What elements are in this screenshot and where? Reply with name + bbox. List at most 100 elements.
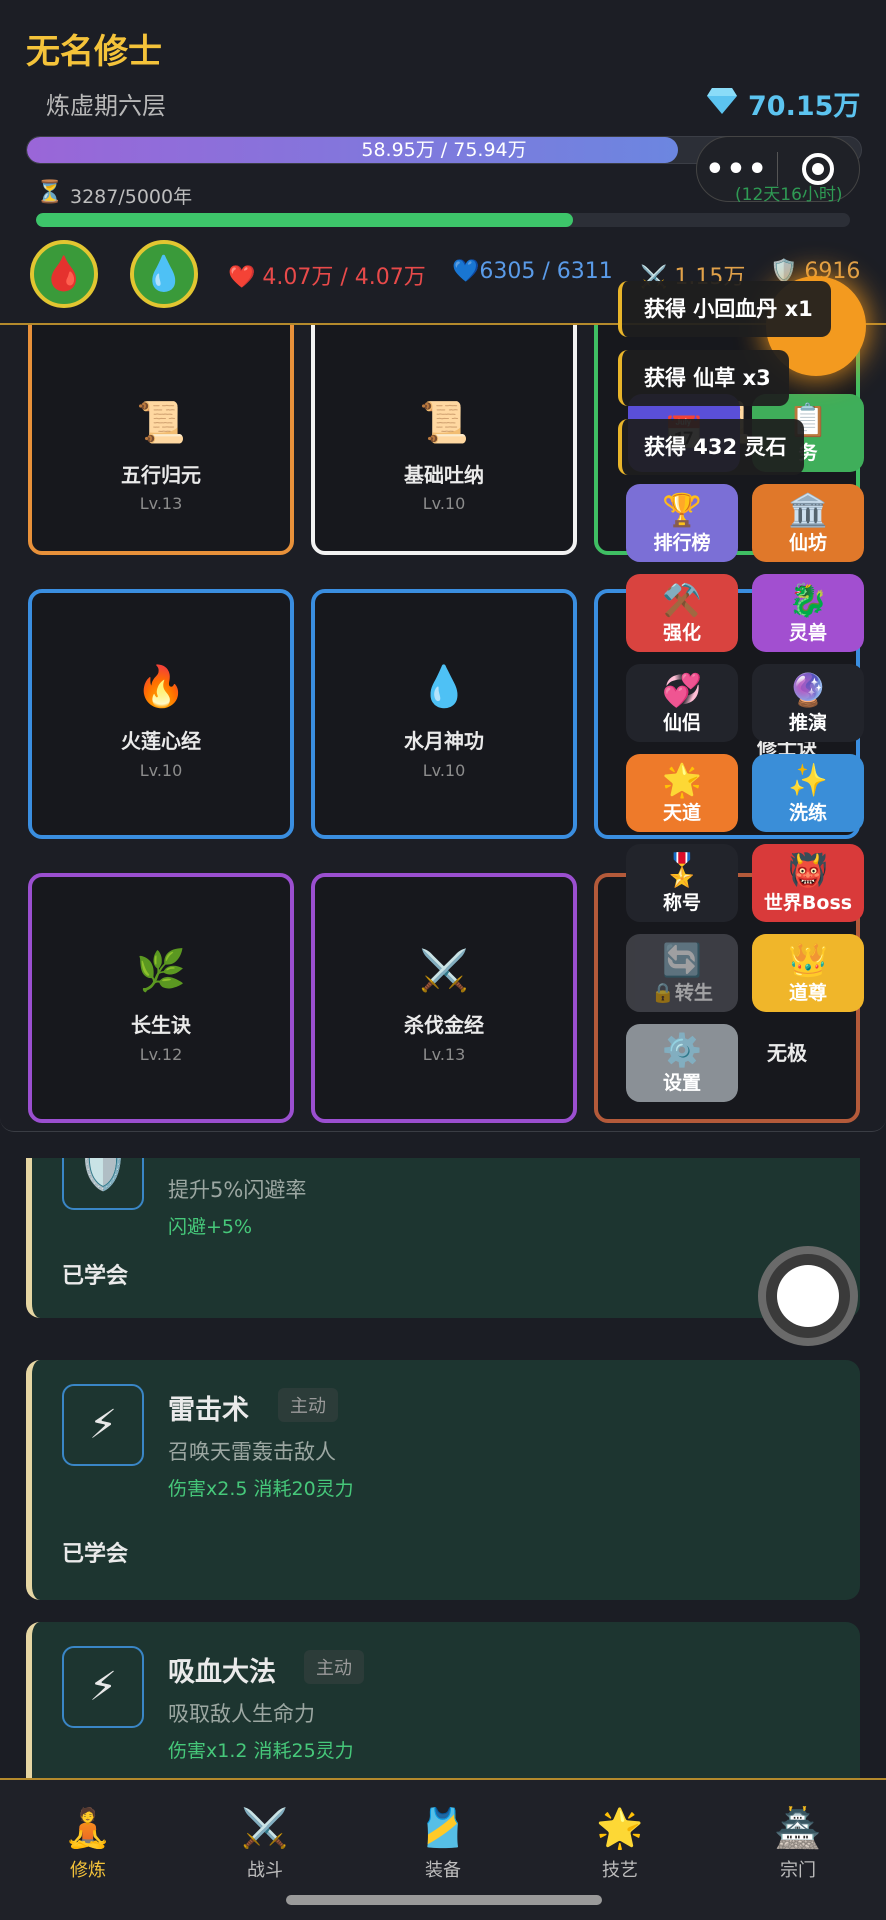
herb-icon: 🌿: [136, 948, 186, 994]
blood-drop-icon: 🩸: [42, 254, 86, 294]
crown-icon: 👑: [788, 940, 828, 979]
skill-name: 雷击术: [168, 1395, 249, 1426]
crossed-swords-icon: ⚔️: [241, 1806, 289, 1850]
tab-cultivate[interactable]: 🧘 修炼: [28, 1806, 148, 1882]
rebirth-button[interactable]: 🔄 🔒转生: [626, 934, 738, 1012]
tab-equipment[interactable]: 🎽 装备: [383, 1806, 503, 1882]
technique-level: Lv.13: [422, 1045, 466, 1064]
tab-label: 战斗: [247, 1860, 283, 1881]
tab-battle[interactable]: ⚔️ 战斗: [205, 1806, 325, 1882]
hammer-pick-icon: ⚒️: [662, 580, 702, 619]
skill-status: 已学会: [62, 1264, 129, 1289]
crossed-swords-icon: ⚔️: [419, 948, 469, 994]
dao-lord-button[interactable]: 👑 道尊: [752, 934, 864, 1012]
cycle-icon: 🔄: [662, 940, 702, 979]
tab-label: 修炼: [70, 1860, 106, 1881]
lock-icon: 🔒: [651, 981, 675, 1004]
temple-icon: 🏛️: [788, 490, 828, 529]
tab-label: 宗门: [780, 1860, 816, 1881]
hp-stat: ❤️ 4.07万 / 4.07万: [228, 259, 426, 291]
technique-level: Lv.10: [139, 761, 183, 780]
skill-type-tag: 主动: [304, 1650, 364, 1684]
skill-card[interactable]: ⚡ 雷击术 主动 召唤天雷轰击敌人 伤害x2.5 消耗20灵力 已学会: [26, 1360, 860, 1600]
technique-card[interactable]: 🌿 长生诀 Lv.12: [28, 873, 294, 1123]
rebirth-label: 🔒转生: [651, 981, 713, 1004]
technique-card[interactable]: ⚔️ 杀伐金经 Lv.13: [311, 873, 577, 1123]
technique-name: 杀伐金经: [404, 1013, 484, 1037]
lifespan-text: 3287/5000年: [70, 186, 193, 208]
status-header: 无名修士 炼虚期六层 70.15万 58.95万 / 75.94万 ⏳ 3287…: [0, 0, 886, 325]
shield-icon: 🛡️: [62, 1158, 144, 1210]
mp-stat: 💙6305 / 6311: [452, 259, 613, 284]
hp-potion-button[interactable]: 🩸: [30, 240, 98, 308]
deduce-button[interactable]: 🔮 推演: [752, 664, 864, 742]
technique-card[interactable]: 🔥 火莲心经 Lv.10: [28, 589, 294, 839]
star-icon: 🌟: [596, 1806, 644, 1850]
player-name: 无名修士: [26, 32, 162, 72]
mp-potion-button[interactable]: 💧: [130, 240, 198, 308]
technique-name: 火莲心经: [121, 729, 201, 753]
realm-label: 炼虚期六层: [46, 92, 166, 120]
heart-icon: ❤️: [228, 265, 256, 290]
heavenly-dao-button[interactable]: 🌟 天道: [626, 754, 738, 832]
enhance-button[interactable]: ⚒️ 强化: [626, 574, 738, 652]
world-boss-button[interactable]: 👹 世界Boss: [752, 844, 864, 922]
technique-card[interactable]: 📜 基础吐纳 Lv.10: [311, 325, 577, 555]
technique-level: Lv.12: [139, 1045, 183, 1064]
reward-toast: 获得 仙草 x3: [618, 350, 789, 406]
hearts-icon: 💞: [662, 670, 702, 709]
skill-effect: 伤害x2.5 消耗20灵力: [168, 1478, 354, 1500]
technique-level: Lv.10: [422, 761, 466, 780]
technique-name: 水月神功: [404, 729, 484, 753]
assistive-touch-button[interactable]: [758, 1246, 858, 1346]
skill-status: 已学会: [62, 1542, 129, 1567]
hourglass-icon: ⏳: [36, 180, 64, 205]
technique-name: 长生诀: [131, 1013, 191, 1037]
gem-count: 70.15万: [748, 91, 861, 122]
reward-toast: 获得 432 灵石: [618, 419, 805, 475]
star-icon: 🌟: [662, 760, 702, 799]
skill-name: 吸血大法: [168, 1657, 276, 1688]
equipped-check-icon: ✓: [262, 325, 280, 330]
tab-sect[interactable]: 🏯 宗门: [738, 1806, 858, 1882]
skill-card[interactable]: 🛡️ 提升5%闪避率 闪避+5% 已学会: [26, 1158, 860, 1318]
trophy-icon: 🏆: [662, 490, 702, 529]
dragon-icon: 🐉: [788, 580, 828, 619]
meditation-icon: 🧘: [64, 1806, 112, 1850]
mp-value: 6305 / 6311: [479, 259, 613, 284]
lightning-icon: ⚡: [62, 1384, 144, 1466]
settings-button[interactable]: ⚙️ 设置: [626, 1024, 738, 1102]
technique-name: 五行归元: [121, 463, 201, 487]
blue-heart-icon: 💙: [452, 259, 480, 284]
vest-icon: 🎽: [419, 1806, 467, 1850]
fire-icon: 🔥: [136, 664, 186, 710]
tab-label: 装备: [425, 1860, 461, 1881]
technique-card[interactable]: ✓ 📜 五行归元 Lv.13: [28, 325, 294, 555]
spirit-beast-button[interactable]: 🐉 灵兽: [752, 574, 864, 652]
skill-type-tag: 主动: [278, 1388, 338, 1422]
water-drop-icon: 💧: [142, 254, 186, 294]
refine-button[interactable]: ✨ 洗练: [752, 754, 864, 832]
technique-card[interactable]: 💧 水月神功 Lv.10: [311, 589, 577, 839]
titles-button[interactable]: 🎖️ 称号: [626, 844, 738, 922]
market-button[interactable]: 🏛️ 仙坊: [752, 484, 864, 562]
diamond-icon: [707, 88, 737, 114]
hp-value: 4.07万 / 4.07万: [262, 265, 426, 290]
tab-skills[interactable]: 🌟 技艺: [560, 1806, 680, 1882]
countdown-text: (12天16小时): [735, 185, 843, 205]
partner-button[interactable]: 💞 仙侣: [626, 664, 738, 742]
leaderboard-button[interactable]: 🏆 排行榜: [626, 484, 738, 562]
reward-toast: 获得 小回血丹 x1: [618, 281, 831, 337]
technique-level: Lv.10: [422, 494, 466, 513]
skill-list: 🛡️ 提升5%闪避率 闪避+5% 已学会 ⚡ 雷击术 主动 召唤天雷轰击敌人 伤…: [0, 1158, 886, 1780]
gear-icon: ⚙️: [662, 1030, 702, 1069]
scroll-icon: 📜: [136, 400, 186, 446]
home-indicator: [286, 1895, 602, 1905]
tab-label: 技艺: [602, 1860, 638, 1881]
skill-description: 吸取敌人生命力: [168, 1702, 315, 1726]
lifespan-bar: [36, 213, 850, 227]
ogre-icon: 👹: [788, 850, 828, 889]
scroll-icon: 📜: [419, 400, 469, 446]
sparkles-icon: ✨: [788, 760, 828, 799]
skill-card[interactable]: ⚡ 吸血大法 主动 吸取敌人生命力 伤害x1.2 消耗25灵力: [26, 1622, 860, 1780]
